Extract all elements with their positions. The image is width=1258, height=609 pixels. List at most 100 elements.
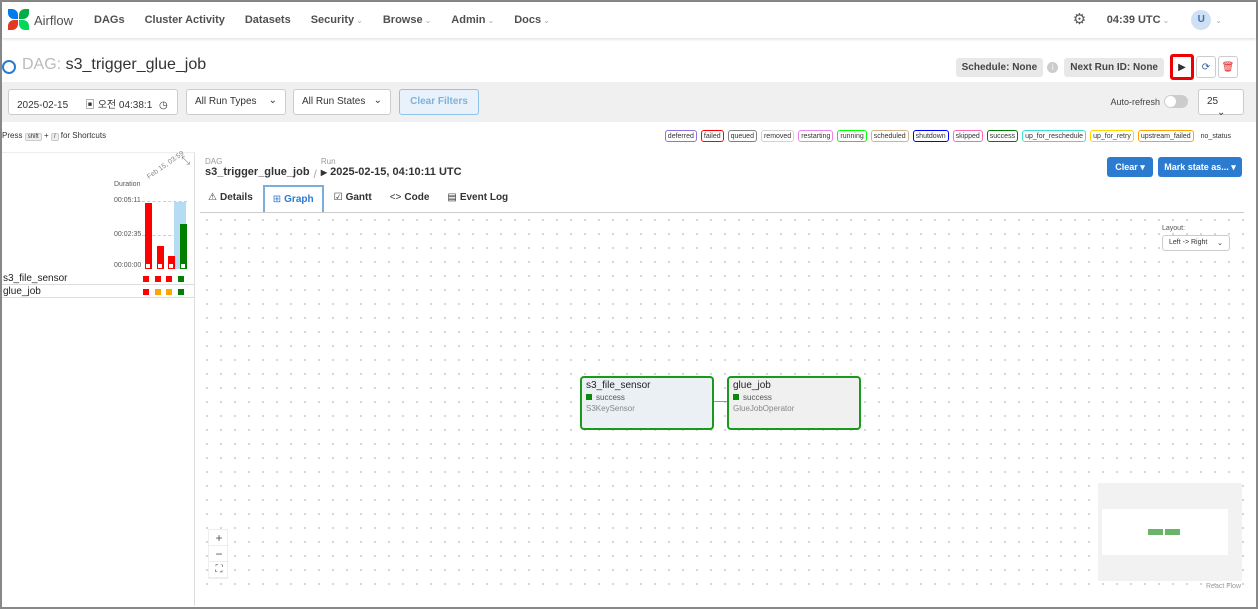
legend-item-removed[interactable]: removed	[760, 130, 795, 142]
run-types-select[interactable]: All Run Types ⌄	[186, 89, 286, 115]
clear-button[interactable]: Clear ▾	[1107, 157, 1153, 177]
legend-item-skipped[interactable]: skipped	[952, 130, 983, 142]
menu-cluster-activity[interactable]: Cluster Activity	[145, 14, 225, 26]
play-icon	[169, 264, 173, 268]
task-name: s3_file_sensor	[3, 273, 68, 284]
legend-item-restarting[interactable]: restarting	[798, 130, 834, 142]
trigger-dag-button[interactable]: ▶	[1170, 54, 1194, 80]
task-instance-cell[interactable]	[154, 276, 161, 282]
gantt-icon: ☑	[333, 192, 343, 203]
clear-filters-button[interactable]: Clear Filters	[399, 89, 479, 115]
utc-time-dropdown[interactable]: 04:39 UTC ⌄	[1107, 14, 1170, 26]
run-date-label: Feb 15, 03:59	[146, 150, 186, 181]
menu-dags[interactable]: DAGs	[94, 14, 125, 26]
shortcuts-suffix: for Shortcuts	[60, 131, 107, 140]
breadcrumb-run[interactable]: Run ▶ 2025-02-15, 04:10:11 UTC	[321, 157, 462, 181]
menu-docs[interactable]: Docs ⌄	[514, 14, 550, 26]
tab-details[interactable]: ⚠ Details	[200, 185, 261, 212]
dag-pause-toggle[interactable]	[2, 60, 16, 74]
task-instance-cell[interactable]	[166, 289, 172, 295]
airflow-pinwheel-icon	[8, 9, 30, 31]
menu-security[interactable]: Security ⌄	[311, 14, 363, 26]
schedule-badge: Schedule: None	[955, 57, 1044, 77]
avatar[interactable]: U	[1191, 10, 1212, 30]
run-states-select[interactable]: All Run States ⌄	[293, 89, 391, 115]
run-bar[interactable]	[168, 256, 175, 269]
breadcrumb-dag-value: s3_trigger_glue_job	[205, 166, 310, 178]
calendar-icon: ▣	[84, 100, 95, 111]
play-icon: ▶	[320, 168, 328, 177]
task-row[interactable]: s3_file_sensor	[2, 273, 194, 285]
legend-item-running[interactable]: running	[837, 130, 867, 142]
y-tick-mid: 00:02:35	[114, 231, 142, 238]
menu-datasets[interactable]: Datasets	[245, 14, 291, 26]
num-runs-select[interactable]: 25 ⌄	[1198, 89, 1244, 118]
legend-item-success[interactable]: success	[986, 130, 1019, 142]
y-tick-max: 00:05:11	[114, 197, 141, 204]
info-icon[interactable]: i	[1047, 61, 1059, 73]
menu-docs-label: Docs	[514, 14, 542, 26]
chevron-down-icon: ▾	[1140, 162, 1145, 172]
run-bar[interactable]	[156, 246, 164, 269]
next-run-badge: Next Run ID: None	[1064, 57, 1164, 77]
tab-graph[interactable]: ⊞ Graph	[262, 185, 324, 212]
zoom-in-button[interactable]: +	[209, 530, 229, 546]
tab-details-label: Details	[219, 192, 253, 203]
task-instance-cell[interactable]	[166, 276, 172, 282]
menu-admin[interactable]: Admin ⌄	[451, 14, 494, 26]
minimap-node	[1165, 529, 1180, 535]
gear-icon[interactable]: ⚙	[1073, 12, 1089, 28]
layout-select[interactable]: Left -> Right ⌄	[1162, 235, 1230, 251]
breadcrumb: DAG s3_trigger_glue_job / Run ▶ 2025-02-…	[205, 157, 462, 181]
zoom-out-button[interactable]: −	[209, 546, 229, 562]
legend-item-shutdown[interactable]: shutdown	[912, 130, 949, 142]
tab-gantt[interactable]: ☑ Gantt	[326, 185, 380, 212]
legend-item-up-for-reschedule[interactable]: up_for_reschedule	[1022, 130, 1087, 142]
task-instance-cell[interactable]	[143, 289, 149, 295]
chevron-down-icon: ⌄	[543, 16, 550, 25]
menu-browse[interactable]: Browse ⌄	[383, 14, 431, 26]
tab-code-label: Code	[404, 192, 430, 203]
tab-event-log[interactable]: ▤ Event Log	[439, 185, 516, 212]
task-row[interactable]: glue_job	[2, 286, 194, 298]
nav-right: ⚙ 04:39 UTC ⌄ U ⌄	[1073, 2, 1222, 38]
fit-view-button[interactable]: ⛶	[209, 562, 229, 578]
task-instance-cell[interactable]	[154, 289, 161, 295]
menu-browse-label: Browse	[382, 14, 423, 26]
airflow-logo[interactable]: Airflow	[8, 9, 88, 31]
breadcrumb-run-value: 2025-02-15, 04:10:11 UTC	[330, 166, 462, 178]
delete-dag-button[interactable]: 🗑	[1218, 56, 1238, 78]
chevron-down-icon[interactable]: ⌄	[1215, 16, 1222, 25]
state-legend: deferred failed queued removed restarting run…	[661, 130, 1234, 142]
chevron-down-icon: ⌄	[356, 16, 363, 25]
task-instance-cell[interactable]	[177, 289, 184, 295]
minimap[interactable]	[1098, 483, 1242, 581]
autorefresh-toggle[interactable]	[1164, 95, 1188, 108]
run-bar[interactable]	[145, 203, 152, 269]
page-title: DAG: s3_trigger_glue_job	[22, 56, 206, 74]
graph-node-glue-job[interactable]: glue_job success GlueJobOperator	[727, 376, 861, 430]
legend-item-upstream-failed[interactable]: upstream_failed	[1137, 130, 1194, 142]
shift-key: shift	[24, 133, 42, 141]
legend-item-queued[interactable]: queued	[727, 130, 757, 142]
legend-item-up-for-retry[interactable]: up_for_retry	[1090, 130, 1134, 142]
node-state: success	[586, 393, 708, 402]
legend-item-scheduled[interactable]: scheduled	[870, 130, 909, 142]
tab-event-log-label: Event Log	[459, 192, 509, 203]
graph-canvas[interactable]: Layout: Left -> Right ⌄ s3_file_sensor s…	[200, 213, 1244, 593]
legend-item-deferred[interactable]: deferred	[664, 130, 697, 142]
legend-item-no-status[interactable]: no_status	[1198, 130, 1234, 142]
tab-code[interactable]: <> Code	[382, 185, 438, 212]
breadcrumb-run-label: Run	[320, 157, 336, 166]
react-flow-attribution[interactable]: React Flow	[1206, 583, 1241, 590]
task-instance-cell[interactable]	[143, 276, 149, 282]
base-date-input[interactable]: 2025-02-15 ▣ 오전 04:38:1 ◷	[8, 89, 178, 115]
reparse-dag-button[interactable]: ⟳	[1196, 56, 1216, 78]
mark-state-button[interactable]: Mark state as... ▾	[1158, 157, 1242, 177]
task-instance-cell[interactable]	[177, 276, 184, 282]
run-bar[interactable]	[179, 224, 187, 269]
graph-node-s3-file-sensor[interactable]: s3_file_sensor success S3KeySensor	[580, 376, 714, 430]
legend-item-failed[interactable]: failed	[700, 130, 724, 142]
breadcrumb-dag[interactable]: DAG s3_trigger_glue_job	[205, 157, 310, 181]
menu-security-label: Security	[310, 14, 355, 26]
